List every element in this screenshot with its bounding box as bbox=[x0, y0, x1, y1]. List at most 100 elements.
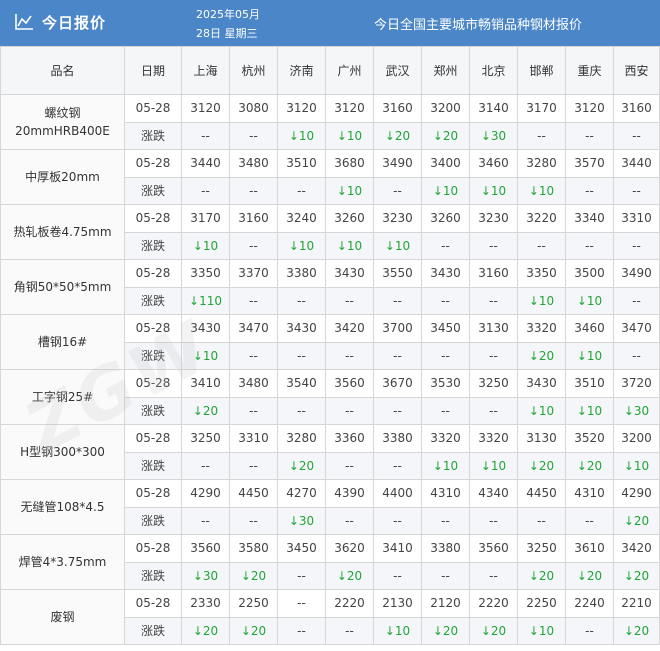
change-cell: -- bbox=[181, 121, 230, 150]
price-date: 05-28 bbox=[124, 479, 182, 508]
price-date: 05-28 bbox=[124, 589, 182, 618]
change-cell: ↓10 bbox=[517, 176, 566, 205]
price-cell: 3560 bbox=[325, 369, 374, 398]
price-cell: 4310 bbox=[421, 479, 470, 508]
price-cell: 3170 bbox=[517, 94, 566, 123]
date-day-weekday: 28日 星期三 bbox=[196, 27, 258, 40]
change-cell: -- bbox=[325, 506, 374, 535]
price-cell: 3140 bbox=[469, 94, 518, 123]
price-cell: 3620 bbox=[325, 534, 374, 563]
price-cell: 3200 bbox=[613, 424, 660, 453]
price-cell: 3250 bbox=[469, 369, 518, 398]
product-name: 槽钢16# bbox=[0, 314, 125, 370]
change-cell: ↓20 bbox=[229, 561, 278, 590]
change-cell: ↓10 bbox=[325, 176, 374, 205]
change-cell: -- bbox=[229, 396, 278, 425]
change-cell: ↓10 bbox=[517, 286, 566, 315]
change-cell: -- bbox=[565, 506, 614, 535]
price-date: 05-28 bbox=[124, 314, 182, 343]
change-cell: -- bbox=[613, 176, 660, 205]
change-cell: ↓10 bbox=[181, 231, 230, 260]
change-cell: ↓20 bbox=[469, 616, 518, 645]
price-cell: 3430 bbox=[277, 314, 326, 343]
product-name: 无缝管108*4.5 bbox=[0, 479, 125, 535]
table-body: 螺纹钢20mmHRB400E 05-28 3120 3080 3120 3120 3160 3… bbox=[0, 94, 660, 645]
change-label: 涨跌 bbox=[124, 506, 182, 535]
change-cell: -- bbox=[373, 341, 422, 370]
price-cell: 3350 bbox=[517, 259, 566, 288]
chart-icon bbox=[15, 14, 33, 30]
column-header-city: 重庆 bbox=[565, 46, 614, 95]
column-header-city: 北京 bbox=[469, 46, 518, 95]
column-header-city: 广州 bbox=[325, 46, 374, 95]
price-cell: 3120 bbox=[325, 94, 374, 123]
change-cell: -- bbox=[517, 231, 566, 260]
price-cell: 2220 bbox=[469, 589, 518, 618]
change-cell: -- bbox=[565, 616, 614, 645]
change-cell: -- bbox=[421, 286, 470, 315]
change-cell: ↓10 bbox=[181, 341, 230, 370]
change-cell: -- bbox=[373, 396, 422, 425]
change-label: 涨跌 bbox=[124, 561, 182, 590]
price-cell: 3250 bbox=[181, 424, 230, 453]
column-header-city: 郑州 bbox=[421, 46, 470, 95]
price-row: 中厚板20mm 05-28 3440 3480 3510 3680 3490 3400 3460… bbox=[0, 149, 660, 205]
price-cell: 3440 bbox=[613, 149, 660, 178]
column-header-city: 上海 bbox=[181, 46, 230, 95]
price-cell: 2240 bbox=[565, 589, 614, 618]
price-row: 工字钢25# 05-28 3410 3480 3540 3560 3670 3530 3250 3… bbox=[0, 369, 660, 425]
price-cell: 3480 bbox=[229, 369, 278, 398]
price-cell: 3250 bbox=[517, 534, 566, 563]
price-cell: 3260 bbox=[325, 204, 374, 233]
change-cell: ↓110 bbox=[181, 286, 230, 315]
price-cell: 3260 bbox=[421, 204, 470, 233]
price-cell: 3440 bbox=[181, 149, 230, 178]
change-cell: -- bbox=[229, 176, 278, 205]
price-cell: 2130 bbox=[373, 589, 422, 618]
change-cell: ↓20 bbox=[181, 396, 230, 425]
change-cell: -- bbox=[373, 561, 422, 590]
change-cell: -- bbox=[373, 176, 422, 205]
change-cell: ↓10 bbox=[469, 176, 518, 205]
change-cell: -- bbox=[277, 561, 326, 590]
price-cell: 3120 bbox=[277, 94, 326, 123]
price-cell: -- bbox=[277, 589, 326, 618]
change-cell: ↓10 bbox=[277, 231, 326, 260]
column-header-city: 西安 bbox=[613, 46, 660, 95]
price-cell: 3120 bbox=[181, 94, 230, 123]
change-cell: ↓10 bbox=[325, 231, 374, 260]
change-cell: -- bbox=[469, 231, 518, 260]
change-label: 涨跌 bbox=[124, 616, 182, 645]
change-cell: ↓10 bbox=[565, 341, 614, 370]
price-cell: 3240 bbox=[277, 204, 326, 233]
price-cell: 3510 bbox=[277, 149, 326, 178]
column-header-city: 济南 bbox=[277, 46, 326, 95]
price-cell: 3470 bbox=[613, 314, 660, 343]
price-cell: 3400 bbox=[421, 149, 470, 178]
price-cell: 3610 bbox=[565, 534, 614, 563]
price-row: 废钢 05-28 2330 2250 -- 2220 2130 2120 2220 2250 224… bbox=[0, 589, 660, 645]
price-cell: 3510 bbox=[565, 369, 614, 398]
price-cell: 3550 bbox=[373, 259, 422, 288]
price-cell: 3540 bbox=[277, 369, 326, 398]
change-cell: -- bbox=[277, 341, 326, 370]
price-cell: 2250 bbox=[229, 589, 278, 618]
price-cell: 2330 bbox=[181, 589, 230, 618]
change-cell: -- bbox=[469, 561, 518, 590]
change-cell: ↓30 bbox=[277, 506, 326, 535]
change-cell: ↓20 bbox=[517, 341, 566, 370]
price-cell: 3130 bbox=[469, 314, 518, 343]
price-cell: 2250 bbox=[517, 589, 566, 618]
change-label: 涨跌 bbox=[124, 121, 182, 150]
price-cell: 3320 bbox=[469, 424, 518, 453]
price-cell: 4310 bbox=[565, 479, 614, 508]
price-cell: 4290 bbox=[613, 479, 660, 508]
price-cell: 3350 bbox=[181, 259, 230, 288]
price-cell: 3480 bbox=[229, 149, 278, 178]
price-cell: 2220 bbox=[325, 589, 374, 618]
price-cell: 3360 bbox=[325, 424, 374, 453]
price-cell: 4390 bbox=[325, 479, 374, 508]
change-cell: ↓10 bbox=[421, 176, 470, 205]
change-cell: -- bbox=[373, 506, 422, 535]
price-cell: 3370 bbox=[229, 259, 278, 288]
